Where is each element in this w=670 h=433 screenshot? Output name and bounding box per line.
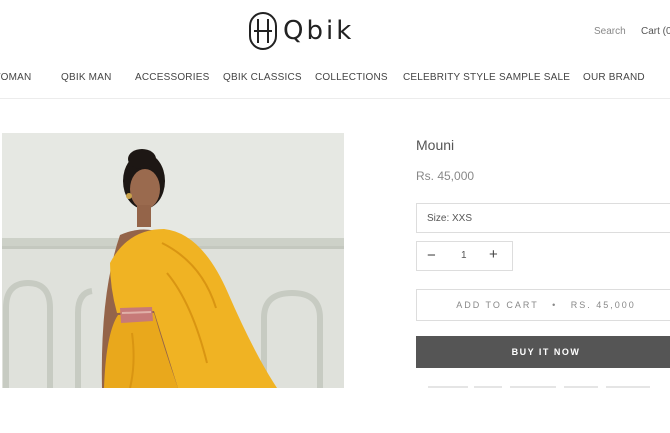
add-to-cart-price: RS. 45,000: [570, 300, 636, 310]
size-select-label: Size: XXS: [427, 213, 473, 224]
nav-item-qbik-classics[interactable]: QBIK CLASSICS: [223, 72, 302, 83]
minus-icon[interactable]: −: [427, 247, 436, 264]
add-to-cart-button[interactable]: ADD TO CART • RS. 45,000: [416, 289, 670, 321]
product-image[interactable]: [2, 133, 344, 388]
nav-item-collections[interactable]: COLLECTIONS: [315, 72, 388, 83]
quantity-stepper: − 1 +: [416, 241, 513, 271]
nav-item-sample-sale[interactable]: SAMPLE SALE: [499, 72, 570, 83]
description-text-placeholder: [428, 386, 650, 388]
main-nav: WOMAN QBIK MAN ACCESSORIES QBIK CLASSICS…: [0, 72, 670, 86]
nav-item-qbik-man[interactable]: QBIK MAN: [61, 72, 112, 83]
quantity-value[interactable]: 1: [461, 250, 467, 261]
product-title: Mouni: [416, 137, 455, 153]
size-select[interactable]: Size: XXS: [416, 203, 670, 233]
add-to-cart-separator: •: [552, 300, 558, 310]
search-link[interactable]: Search: [594, 26, 626, 37]
site-header: Qbik Search Cart (0) WOMAN QBIK MAN ACCE…: [0, 0, 670, 99]
plus-icon[interactable]: +: [489, 246, 498, 263]
buy-now-button[interactable]: BUY IT NOW: [416, 336, 670, 368]
nav-item-our-brand[interactable]: OUR BRAND: [583, 72, 645, 83]
cart-link[interactable]: Cart (0): [641, 26, 670, 37]
add-to-cart-label: ADD TO CART: [456, 300, 539, 310]
logo-monogram-icon: [249, 12, 277, 50]
brand-name: Qbik: [283, 16, 355, 46]
brand-logo[interactable]: Qbik: [248, 10, 354, 52]
product-price: Rs. 45,000: [416, 169, 475, 183]
product-photo-illustration: [2, 133, 344, 388]
nav-item-accessories[interactable]: ACCESSORIES: [135, 72, 209, 83]
nav-item-celebrity-style[interactable]: CELEBRITY STYLE: [403, 72, 496, 83]
nav-item-woman[interactable]: WOMAN: [0, 72, 31, 83]
